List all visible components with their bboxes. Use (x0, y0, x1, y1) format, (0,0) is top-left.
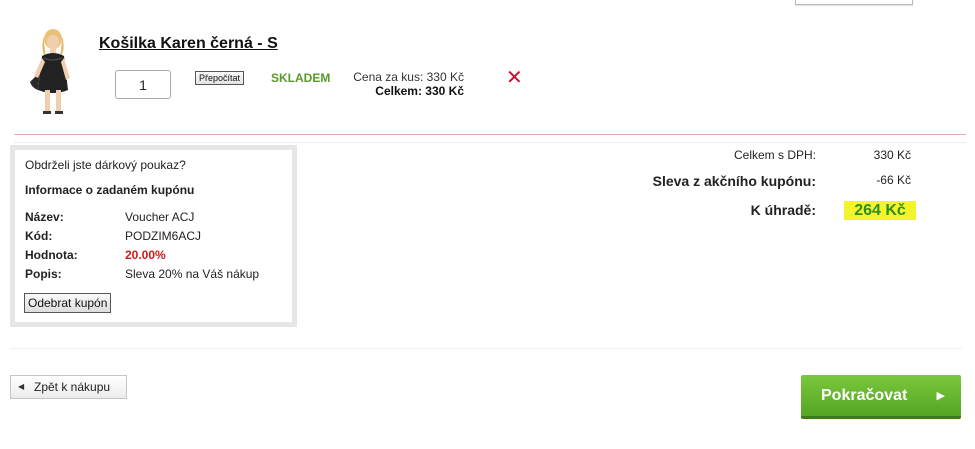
caret-left-icon: ◀ (18, 382, 25, 391)
row-divider-secondary (14, 142, 966, 143)
stock-status: SKLADEM (271, 71, 331, 85)
total-vat-label: Celkem s DPH: (733, 148, 816, 162)
product-image[interactable] (24, 28, 80, 116)
continue-button[interactable]: Pokračovat ▶ (801, 375, 961, 419)
to-pay-label: K úhradě: (750, 202, 816, 218)
remove-coupon-button[interactable]: Odebrat kupón (24, 293, 112, 313)
recalculate-button[interactable]: Přepočítat (195, 71, 245, 85)
product-title-link[interactable]: Košilka Karen černá - S (99, 35, 278, 53)
coupon-question: Obdrželi jste dárkový poukaz? (25, 158, 186, 172)
back-to-shop-label: Zpět k nákupu (34, 380, 111, 394)
top-button-partial[interactable] (795, 0, 913, 5)
caret-right-icon: ▶ (936, 390, 945, 402)
coupon-panel: Obdrželi jste dárkový poukaz? Informace … (10, 145, 297, 327)
coupon-value-value: 20.00% (125, 248, 166, 262)
back-to-shop-button[interactable]: ◀ Zpět k nákupu (10, 375, 127, 399)
coupon-value-label: Hodnota: (25, 248, 78, 262)
coupon-description-label: Popis: (25, 267, 62, 281)
unit-price: Cena za kus: 330 Kč (353, 70, 464, 84)
coupon-description-value: Sleva 20% na Váš nákup (125, 267, 260, 281)
coupon-name-value: Voucher ACJ (125, 210, 195, 224)
item-total-price: Celkem: 330 Kč (375, 84, 464, 98)
continue-label: Pokračovat (821, 387, 908, 404)
discount-label: Sleva z akčního kupónu: (652, 173, 816, 189)
discount-value: -66 Kč (876, 173, 911, 187)
coupon-code-label: Kód: (25, 229, 53, 243)
quantity-input[interactable] (115, 70, 171, 99)
coupon-panel-inner: Obdrželi jste dárkový poukaz? Informace … (15, 150, 292, 322)
coupon-heading: Informace o zadaném kupónu (25, 183, 195, 197)
total-vat-value: 330 Kč (873, 148, 911, 162)
row-divider (14, 134, 966, 135)
coupon-code-value: PODZIM6ACJ (125, 229, 202, 243)
footer-divider (10, 348, 962, 349)
coupon-name-label: Název: (25, 210, 64, 224)
to-pay-value: 264 Kč (844, 201, 916, 220)
close-icon[interactable]: ✕ (506, 68, 523, 88)
